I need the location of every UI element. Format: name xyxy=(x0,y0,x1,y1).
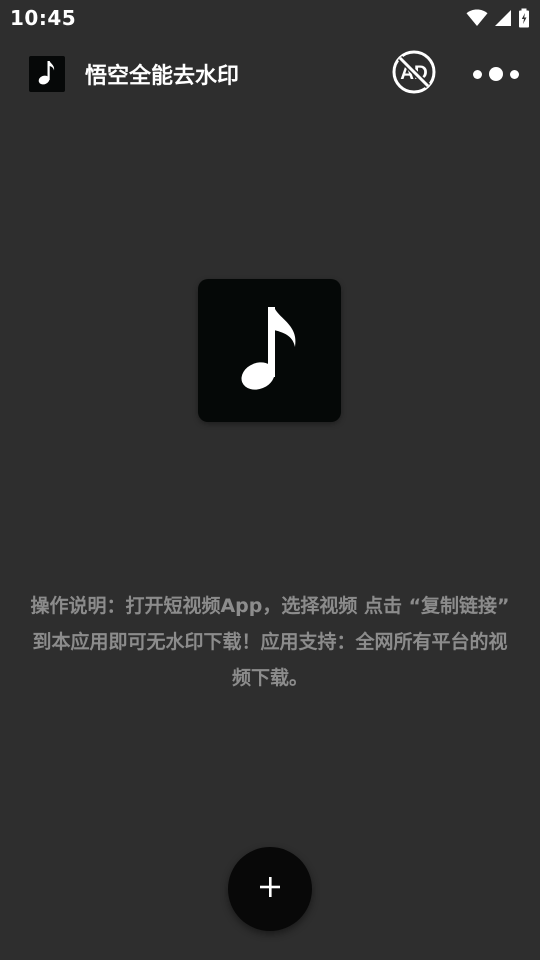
no-ad-icon: AD xyxy=(391,49,437,99)
status-bar: 10:45 xyxy=(0,0,540,36)
music-note-icon xyxy=(37,58,57,90)
cell-signal-icon xyxy=(494,9,512,27)
more-dots-icon xyxy=(473,69,482,79)
more-dots-icon-right xyxy=(510,69,519,79)
add-button[interactable] xyxy=(228,847,312,931)
wifi-icon xyxy=(466,9,488,27)
status-time: 10:45 xyxy=(10,6,77,30)
plus-icon xyxy=(258,875,282,903)
app-title: 悟空全能去水印 xyxy=(85,64,240,89)
more-dots-icon-center xyxy=(489,67,503,81)
app-logo xyxy=(29,56,65,92)
app-screen: 10:45 悟空全能去水印 操作说明：打开短视频App，选择视频 点击 “复制链… xyxy=(0,0,540,960)
status-icons xyxy=(466,8,530,28)
music-note-icon xyxy=(239,303,301,399)
music-logo-tile xyxy=(198,279,341,422)
more-options-button[interactable] xyxy=(466,60,526,88)
app-bar: 悟空全能去水印 AD xyxy=(0,44,540,104)
instructions-text: 操作说明：打开短视频App，选择视频 点击 “复制链接” 到本应用即可无水印下载… xyxy=(30,595,510,689)
battery-icon xyxy=(518,8,530,28)
remove-ads-button[interactable]: AD xyxy=(390,50,438,98)
